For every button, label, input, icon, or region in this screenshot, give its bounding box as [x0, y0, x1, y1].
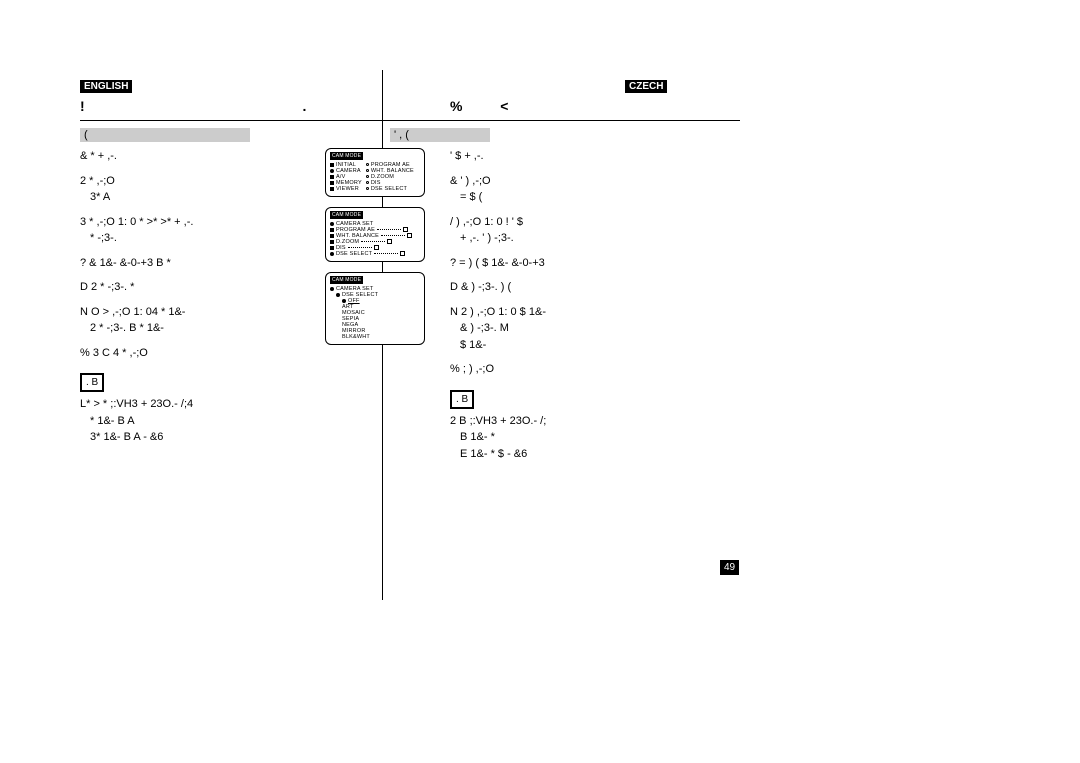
content-left: & * + ,-. 2 * ,-;O 3* A 3 * ,-;O 1: 0 * … — [80, 148, 280, 446]
tag-icon — [374, 245, 379, 250]
menu-title: CAM MODE — [330, 211, 363, 219]
step: / ) ,-;O 1: 0 ! ' $ + ,-. ' ) -;3-. — [450, 214, 670, 247]
rule-left — [80, 120, 382, 121]
note-line: E 1&- * $ - &6 — [460, 446, 670, 463]
note-box: . B — [80, 373, 104, 392]
step: % 3 C 4 * ,-;O — [80, 345, 280, 362]
step: % ; ) ,-;O — [450, 361, 670, 378]
manual-page: ENGLISH CZECH ! . % < ( ' , ( & * + ,-. … — [80, 80, 740, 600]
step-line: & ' ) ,-;O — [450, 173, 670, 190]
step: D & ) -;3-. ) ( — [450, 279, 670, 296]
heading-right-b: < — [500, 98, 508, 114]
step: N O > ,-;O 1: 04 * 1&- 2 * -;3-. B * 1&- — [80, 304, 280, 337]
heading-left: ! . — [80, 98, 306, 114]
menu-box-2: CAM MODE CAMERA SET PROGRAM AE WHT. BALA… — [325, 207, 425, 262]
rule-right — [382, 120, 740, 121]
tag-icon — [407, 233, 412, 238]
menu-list: PROGRAM AE WHT. BALANCE D.ZOOM DIS DSE S… — [330, 227, 420, 257]
step-line: * -;3-. — [90, 230, 280, 247]
step-line: & ) -;3-. M — [460, 320, 670, 337]
step: & ' ) ,-;O = $ ( — [450, 173, 670, 206]
subhead-right: ' , ( — [390, 128, 490, 142]
step: 3 * ,-;O 1: 0 * >* >* + ,-. * -;3-. — [80, 214, 280, 247]
content-right: ' $ + ,-. & ' ) ,-;O = $ ( / ) ,-;O 1: 0… — [450, 148, 670, 462]
menu-item: DSE SELECT — [336, 251, 372, 257]
step: 2 * ,-;O 3* A — [80, 173, 280, 206]
tag-icon — [387, 239, 392, 244]
step-line: = $ ( — [460, 189, 670, 206]
step-line: / ) ,-;O 1: 0 ! ' $ — [450, 214, 670, 231]
note-line: 2 B ;:VH3 + 23O.- /; — [450, 413, 670, 430]
step-line: N 2 ) ,-;O 1: 0 $ 1&- — [450, 304, 670, 321]
step: ? = ) ( $ 1&- &-0-+3 — [450, 255, 670, 272]
tag-icon — [403, 227, 408, 232]
menu-list: OFF ART MOSAIC SEPIA NEGA MIRROR BLK&WHT — [342, 298, 420, 340]
step-line: 2 * ,-;O — [80, 173, 280, 190]
menu-title: CAM MODE — [330, 152, 363, 160]
menu-screenshots: CAM MODE INITIAL CAMERA A/V MEMORY VIEWE… — [325, 148, 425, 355]
note-line: L* > * ;:VH3 + 23O.- /;4 — [80, 396, 280, 413]
menu-item: DSE SELECT — [371, 186, 407, 192]
menu-item: VIEWER — [336, 186, 359, 192]
note-line: * 1&- B A — [90, 413, 280, 430]
heading-right-a: % — [450, 98, 462, 114]
subhead-left: ( — [80, 128, 250, 142]
heading-left-a: ! — [80, 98, 85, 114]
step: D 2 * -;3-. * — [80, 279, 280, 296]
step-line: 3* A — [90, 189, 280, 206]
step-line: + ,-. ' ) -;3-. — [460, 230, 670, 247]
lang-english: ENGLISH — [80, 80, 132, 93]
step-line: 2 * -;3-. B * 1&- — [90, 320, 280, 337]
menu-right-list: PROGRAM AE WHT. BALANCE D.ZOOM DIS DSE S… — [366, 162, 414, 192]
step-line: N O > ,-;O 1: 04 * 1&- — [80, 304, 280, 321]
step-line: 3 * ,-;O 1: 0 * >* >* + ,-. — [80, 214, 280, 231]
menu-title: CAM MODE — [330, 276, 363, 284]
step: ? & 1&- &-0-+3 B * — [80, 255, 280, 272]
page-number: 49 — [720, 560, 739, 575]
step: ' $ + ,-. — [450, 148, 670, 165]
step: N 2 ) ,-;O 1: 0 $ 1&- & ) -;3-. M $ 1&- — [450, 304, 670, 354]
tag-icon — [400, 251, 405, 256]
note-line: 3* 1&- B A - &6 — [90, 429, 280, 446]
menu-box-3: CAM MODE CAMERA SET DSE SELECT OFF ART M… — [325, 272, 425, 345]
lang-czech: CZECH — [625, 80, 667, 93]
step: & * + ,-. — [80, 148, 280, 165]
menu-box-1: CAM MODE INITIAL CAMERA A/V MEMORY VIEWE… — [325, 148, 425, 197]
note-box: . B — [450, 390, 474, 409]
note-line: B 1&- * — [460, 429, 670, 446]
heading-right: % < — [450, 98, 508, 114]
heading-left-b: . — [302, 98, 306, 114]
menu-left-list: INITIAL CAMERA A/V MEMORY VIEWER — [330, 162, 362, 192]
step-line: $ 1&- — [460, 337, 670, 354]
menu-item: BLK&WHT — [342, 334, 420, 340]
